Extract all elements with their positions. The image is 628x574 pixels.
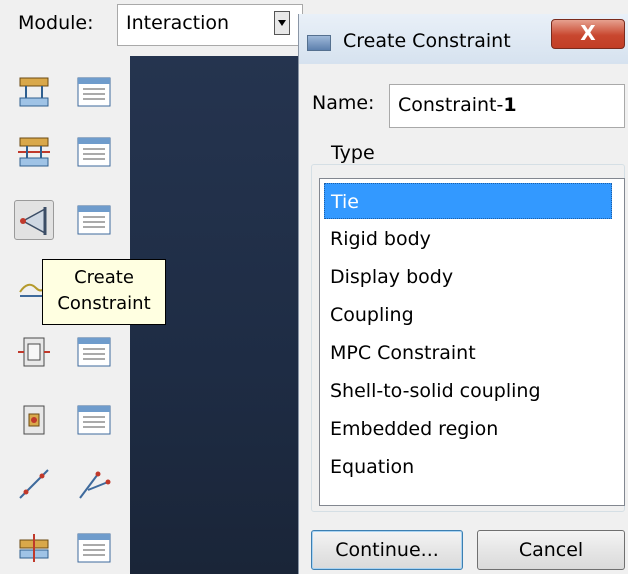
- window-icon: [307, 35, 331, 51]
- constraint-manager-icon[interactable]: [74, 200, 114, 240]
- dialog-title: Create Constraint: [343, 30, 511, 52]
- create-wire-icon[interactable]: [14, 332, 54, 372]
- cancel-button[interactable]: Cancel: [477, 530, 625, 570]
- type-item-shell-to-solid-coupling[interactable]: Shell-to-solid coupling: [324, 373, 612, 409]
- module-label: Module:: [18, 12, 94, 34]
- type-item-embedded-region[interactable]: Embedded region: [324, 411, 612, 447]
- name-field-suffix: 1: [503, 94, 517, 116]
- create-attachment-line-icon[interactable]: [14, 464, 54, 504]
- name-label: Name:: [312, 92, 375, 114]
- create-constraint-dialog: Create Constraint X Name: Constraint-1 T…: [298, 14, 628, 574]
- tooltip: Create Constraint: [42, 259, 166, 325]
- module-dropdown-value: Interaction: [126, 12, 230, 34]
- type-item-display-body[interactable]: Display body: [324, 259, 612, 295]
- type-item-equation[interactable]: Equation: [324, 449, 612, 485]
- dropdown-arrow-icon[interactable]: [274, 11, 290, 35]
- create-constraint-icon[interactable]: [14, 200, 54, 240]
- create-interaction-icon[interactable]: [14, 72, 54, 112]
- name-field[interactable]: Constraint-1: [389, 84, 625, 128]
- type-item-coupling[interactable]: Coupling: [324, 297, 612, 333]
- close-button[interactable]: X: [551, 19, 625, 49]
- connector-manager-icon[interactable]: [74, 332, 114, 372]
- amplitude-manager-icon[interactable]: [74, 528, 114, 568]
- create-fastener-icon[interactable]: [14, 400, 54, 440]
- interaction-manager-icon[interactable]: [74, 72, 114, 112]
- create-amplitude-icon[interactable]: [14, 528, 54, 568]
- type-item-tie[interactable]: Tie: [324, 183, 612, 219]
- create-interaction-property-icon[interactable]: [14, 132, 54, 172]
- continue-button[interactable]: Continue...: [311, 530, 463, 570]
- interaction-property-manager-icon[interactable]: [74, 132, 114, 172]
- type-item-mpc-constraint[interactable]: MPC Constraint: [324, 335, 612, 371]
- type-label: Type: [325, 142, 381, 164]
- tooltip-line-2: Constraint: [57, 293, 151, 314]
- name-field-prefix: Constraint-: [398, 94, 504, 116]
- tooltip-line-1: Create: [74, 267, 134, 288]
- module-dropdown[interactable]: Interaction: [117, 4, 303, 46]
- fastener-manager-icon[interactable]: [74, 400, 114, 440]
- type-listbox[interactable]: Tie Rigid body Display body Coupling MPC…: [319, 178, 625, 506]
- dialog-titlebar[interactable]: Create Constraint X: [299, 14, 628, 64]
- type-item-rigid-body[interactable]: Rigid body: [324, 221, 612, 257]
- create-attachment-points-icon[interactable]: [74, 464, 114, 504]
